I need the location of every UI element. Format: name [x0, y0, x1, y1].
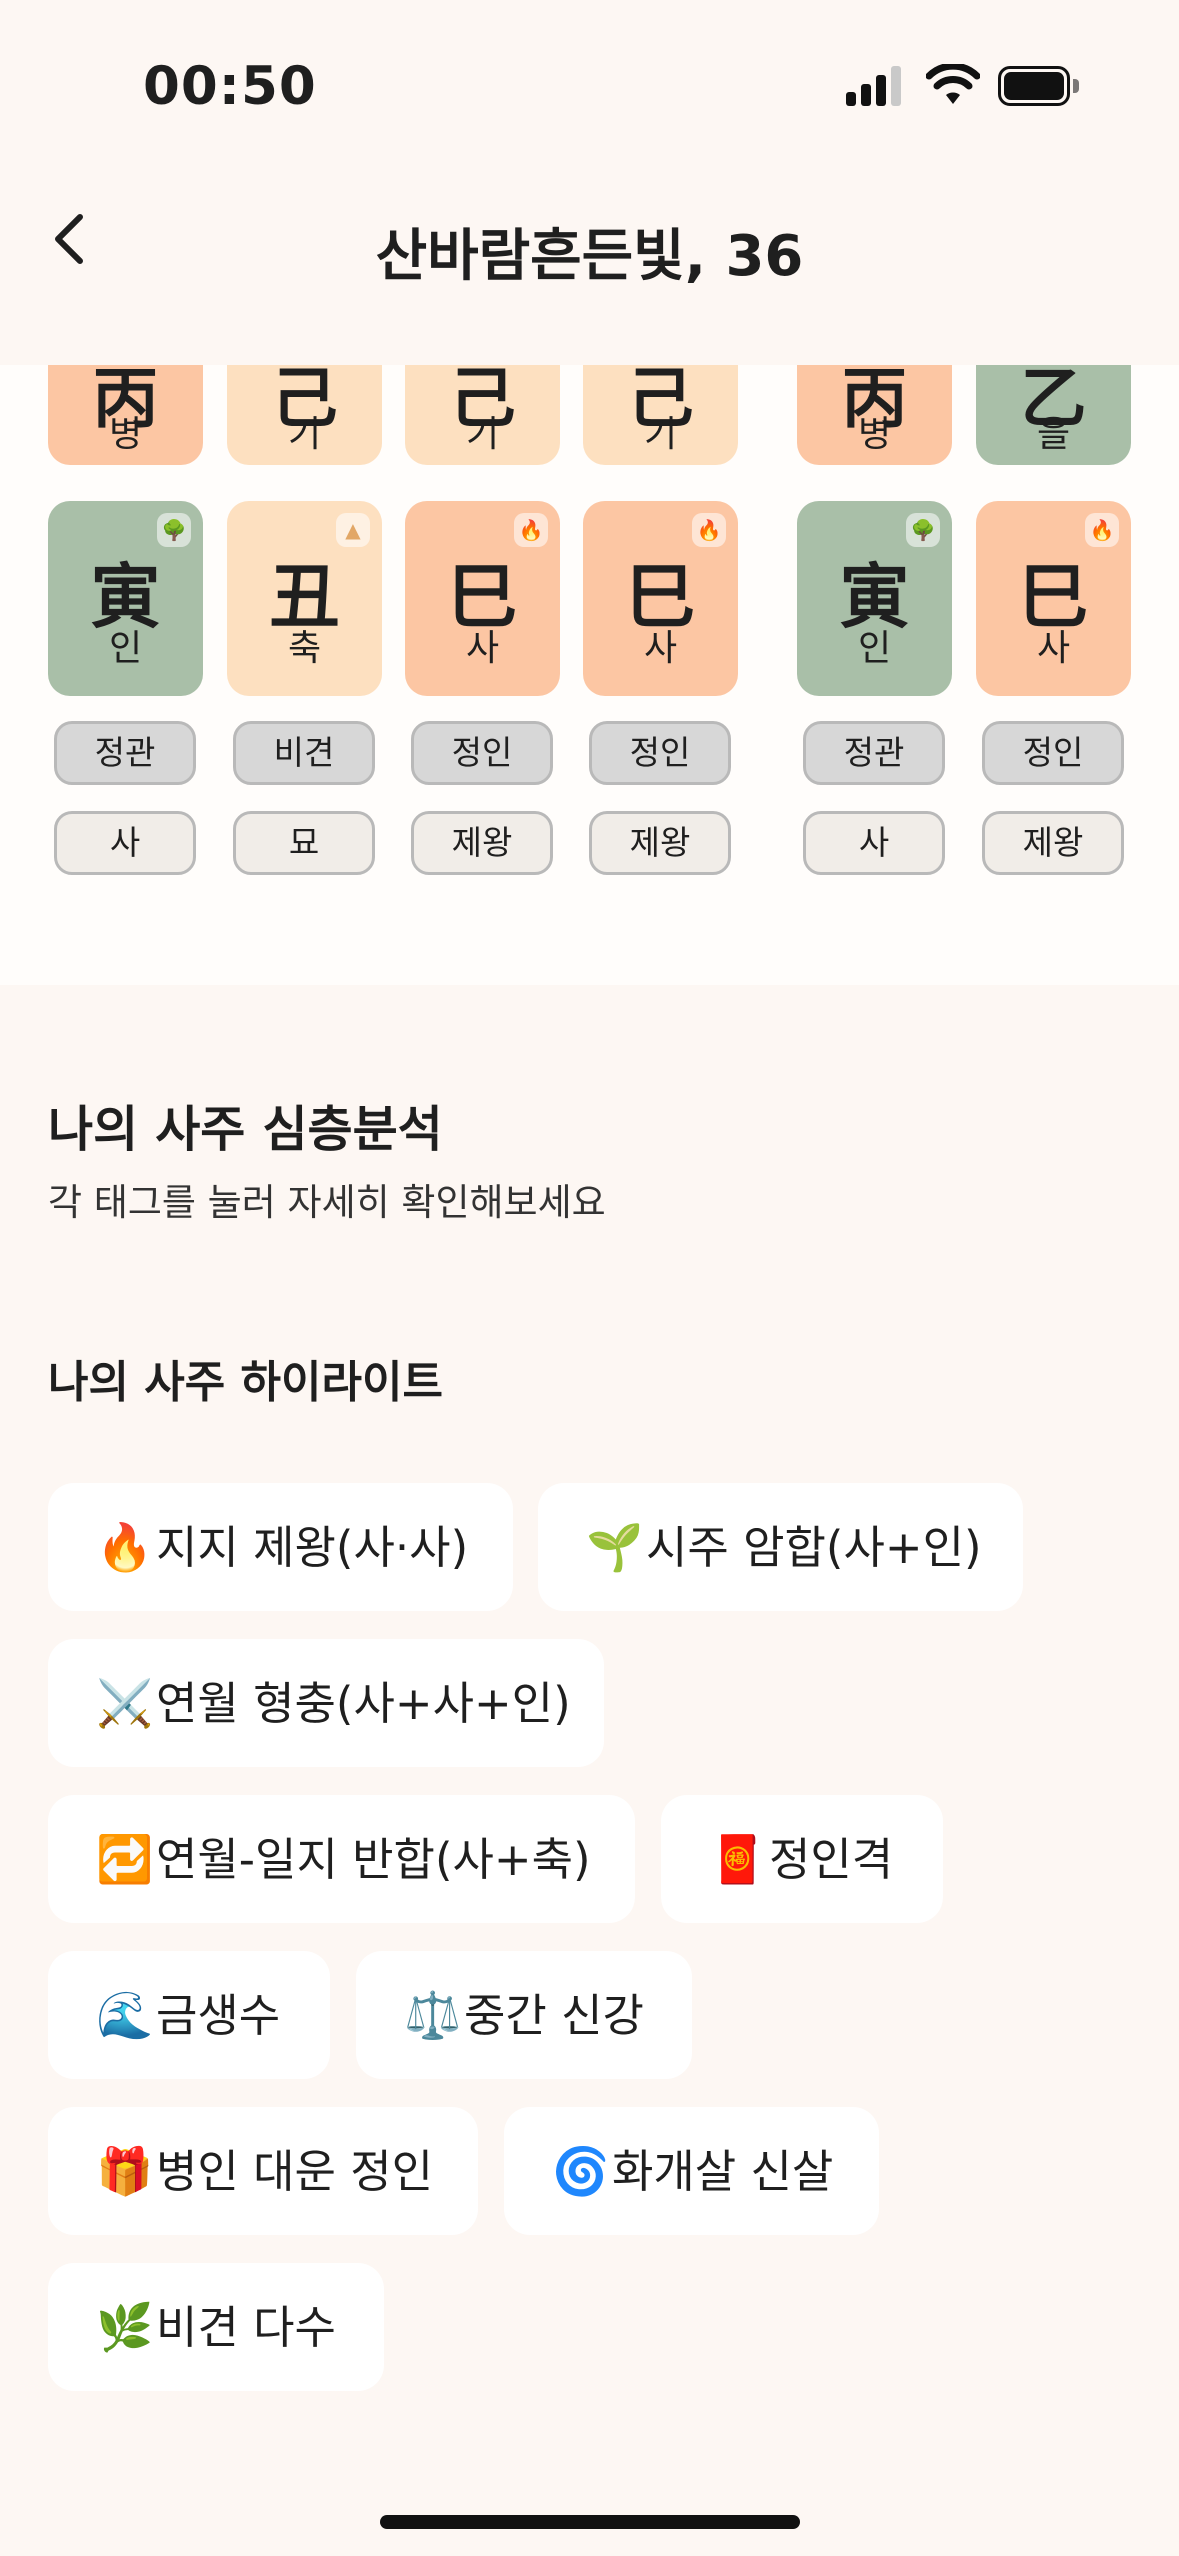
earthly-branch: 🌳 寅 인 — [797, 501, 952, 696]
branch-reading: 인 — [108, 628, 143, 669]
stem-reading: 기 — [287, 414, 322, 455]
stem-reading: 을 — [1036, 414, 1071, 455]
home-indicator[interactable] — [380, 2515, 800, 2529]
analysis-subtitle: 각 태그를 눌러 자세히 확인해보세요 — [48, 1181, 606, 1224]
highlight-tag[interactable]: 🔁연월-일지 반합(사+축) — [48, 1795, 635, 1923]
crossed-swords-icon: ⚔️ — [96, 1676, 154, 1730]
branch-reading: 사 — [1036, 628, 1071, 669]
saju-pillars: 丙 병 己 기 己 기 己 기 丙 병 乙 을 🌳 寅 인 ▲ 丑 축 🔥 巳 … — [0, 365, 1179, 985]
stem-reading: 기 — [465, 414, 500, 455]
tag-label: 비견 다수 — [156, 2301, 336, 2354]
wave-icon: 🌊 — [96, 1988, 154, 2042]
tag-label: 금생수 — [156, 1989, 281, 2042]
highlight-tag[interactable]: 🔥지지 제왕(사·사) — [48, 1483, 513, 1611]
page-title: 산바람흔든빛, 36 — [375, 224, 804, 289]
branch-reading: 사 — [465, 628, 500, 669]
branch-reading: 사 — [643, 628, 678, 669]
tag-label: 병인 대운 정인 — [156, 2145, 434, 2198]
heavenly-stem: 己 기 — [227, 365, 382, 465]
highlight-tag[interactable]: 🌀화개살 신살 — [504, 2107, 879, 2235]
battery-icon — [998, 66, 1080, 106]
branch-reading: 축 — [287, 628, 322, 669]
highlight-tag[interactable]: 🌿비견 다수 — [48, 2263, 384, 2391]
earthly-branch: 🔥 巳 사 — [583, 501, 738, 696]
branch-reading: 인 — [857, 628, 892, 669]
earthly-branch: 🔥 巳 사 — [976, 501, 1131, 696]
ten-god-badge[interactable]: 정관 — [803, 721, 945, 785]
tag-label: 중간 신강 — [464, 1989, 644, 2042]
analysis-title: 나의 사주 심층분석 — [48, 1101, 443, 1158]
life-stage-badge[interactable]: 제왕 — [982, 811, 1124, 875]
status-time: 00:50 — [143, 56, 317, 117]
repeat-icon: 🔁 — [96, 1832, 154, 1886]
life-stage-badge[interactable]: 제왕 — [411, 811, 553, 875]
tag-label: 연월 형충(사+사+인) — [156, 1677, 571, 1730]
stem-reading: 병 — [857, 414, 892, 455]
highlight-tag[interactable]: 🌊금생수 — [48, 1951, 330, 2079]
ten-god-badge[interactable]: 비견 — [233, 721, 375, 785]
ten-god-badge[interactable]: 정인 — [411, 721, 553, 785]
earthly-branch: 🌳 寅 인 — [48, 501, 203, 696]
herb-icon: 🌿 — [96, 2300, 154, 2354]
earthly-branch: 🔥 巳 사 — [405, 501, 560, 696]
fire-icon: 🔥 — [96, 1520, 154, 1574]
wifi-icon — [926, 64, 980, 104]
highlight-title: 나의 사주 하이라이트 — [48, 1357, 443, 1408]
life-stage-badge[interactable]: 제왕 — [589, 811, 731, 875]
heavenly-stem: 己 기 — [583, 365, 738, 465]
stem-reading: 기 — [643, 414, 678, 455]
gift-icon: 🎁 — [96, 2144, 154, 2198]
cellular-signal-icon — [846, 66, 904, 106]
heavenly-stem: 己 기 — [405, 365, 560, 465]
highlight-tag[interactable]: 🌱시주 암합(사+인) — [538, 1483, 1023, 1611]
heavenly-stem: 乙 을 — [976, 365, 1131, 465]
life-stage-badge[interactable]: 사 — [54, 811, 196, 875]
life-stage-badge[interactable]: 묘 — [233, 811, 375, 875]
tag-label: 시주 암합(사+인) — [646, 1521, 982, 1574]
seedling-icon: 🌱 — [586, 1520, 644, 1574]
heavenly-stem: 丙 병 — [797, 365, 952, 465]
ten-god-badge[interactable]: 정인 — [982, 721, 1124, 785]
balance-scale-icon: ⚖️ — [404, 1988, 462, 2042]
cyclone-icon: 🌀 — [552, 2144, 610, 2198]
earthly-branch: ▲ 丑 축 — [227, 501, 382, 696]
tag-label: 연월-일지 반합(사+축) — [156, 1833, 591, 1886]
stem-reading: 병 — [108, 414, 143, 455]
highlight-tag[interactable]: 🧧정인격 — [661, 1795, 943, 1923]
life-stage-badge[interactable]: 사 — [803, 811, 945, 875]
status-bar: 00:50 — [0, 0, 1179, 175]
ten-god-badge[interactable]: 정관 — [54, 721, 196, 785]
red-envelope-icon: 🧧 — [709, 1832, 767, 1886]
header: 산바람흔든빛, 36 — [0, 175, 1179, 365]
highlight-tag[interactable]: 🎁병인 대운 정인 — [48, 2107, 478, 2235]
highlight-tag[interactable]: ⚔️연월 형충(사+사+인) — [48, 1639, 604, 1767]
ten-god-badge[interactable]: 정인 — [589, 721, 731, 785]
highlight-tag[interactable]: ⚖️중간 신강 — [356, 1951, 692, 2079]
tag-label: 화개살 신살 — [612, 2145, 834, 2198]
tag-label: 정인격 — [769, 1833, 894, 1886]
tag-label: 지지 제왕(사·사) — [156, 1521, 469, 1574]
heavenly-stem: 丙 병 — [48, 365, 203, 465]
